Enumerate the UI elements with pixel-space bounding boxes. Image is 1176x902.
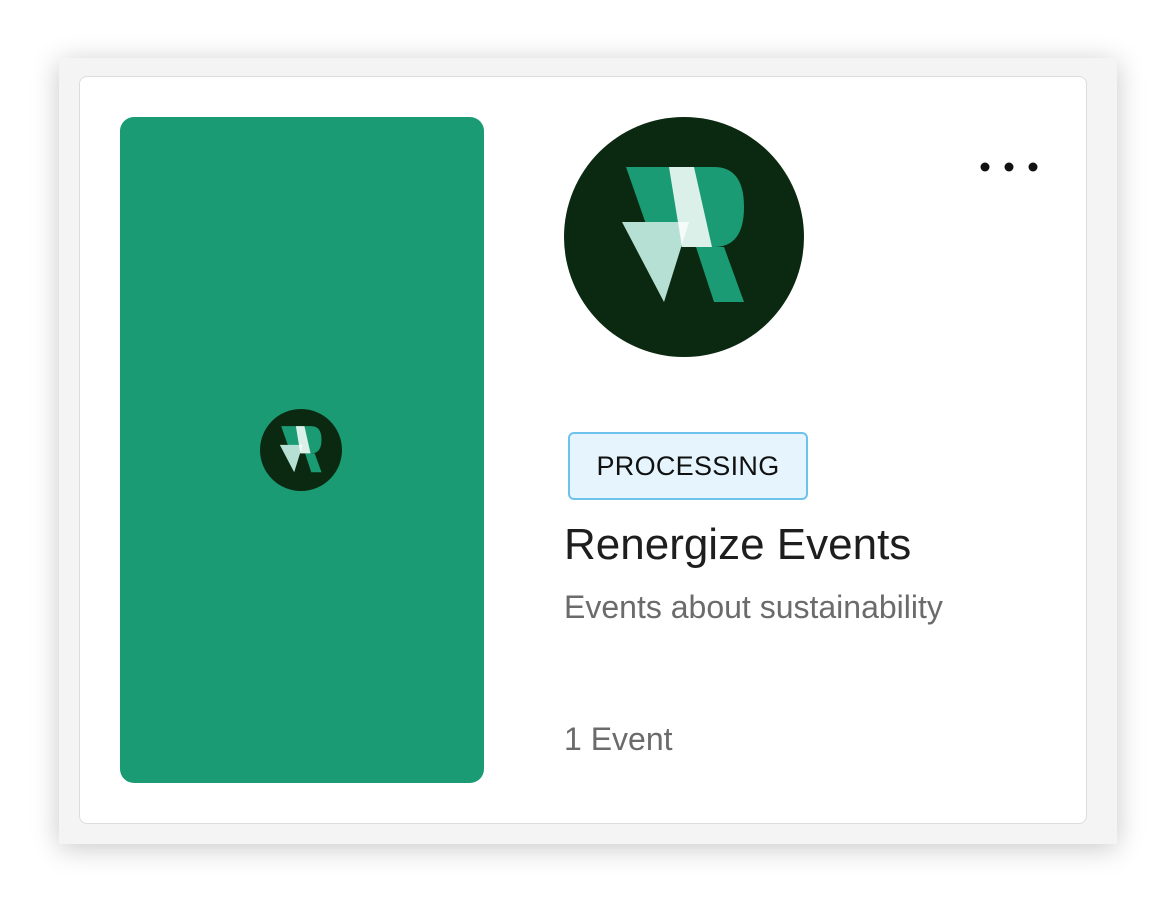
renergize-logo-small <box>260 409 342 491</box>
more-options-button[interactable] <box>960 147 1060 187</box>
more-horizontal-icon <box>980 162 1038 172</box>
organizer-avatar <box>564 117 804 357</box>
organizer-card[interactable]: PROCESSING Renergize Events Events about… <box>79 76 1087 824</box>
organizer-description: Events about sustainability <box>564 589 943 625</box>
renergize-logo <box>564 117 804 357</box>
status-badge: PROCESSING <box>568 432 808 500</box>
organizer-title: Renergize Events <box>564 520 912 569</box>
cover-image <box>120 117 484 783</box>
event-count: 1 Event <box>564 721 673 757</box>
card-container: PROCESSING Renergize Events Events about… <box>59 58 1117 844</box>
